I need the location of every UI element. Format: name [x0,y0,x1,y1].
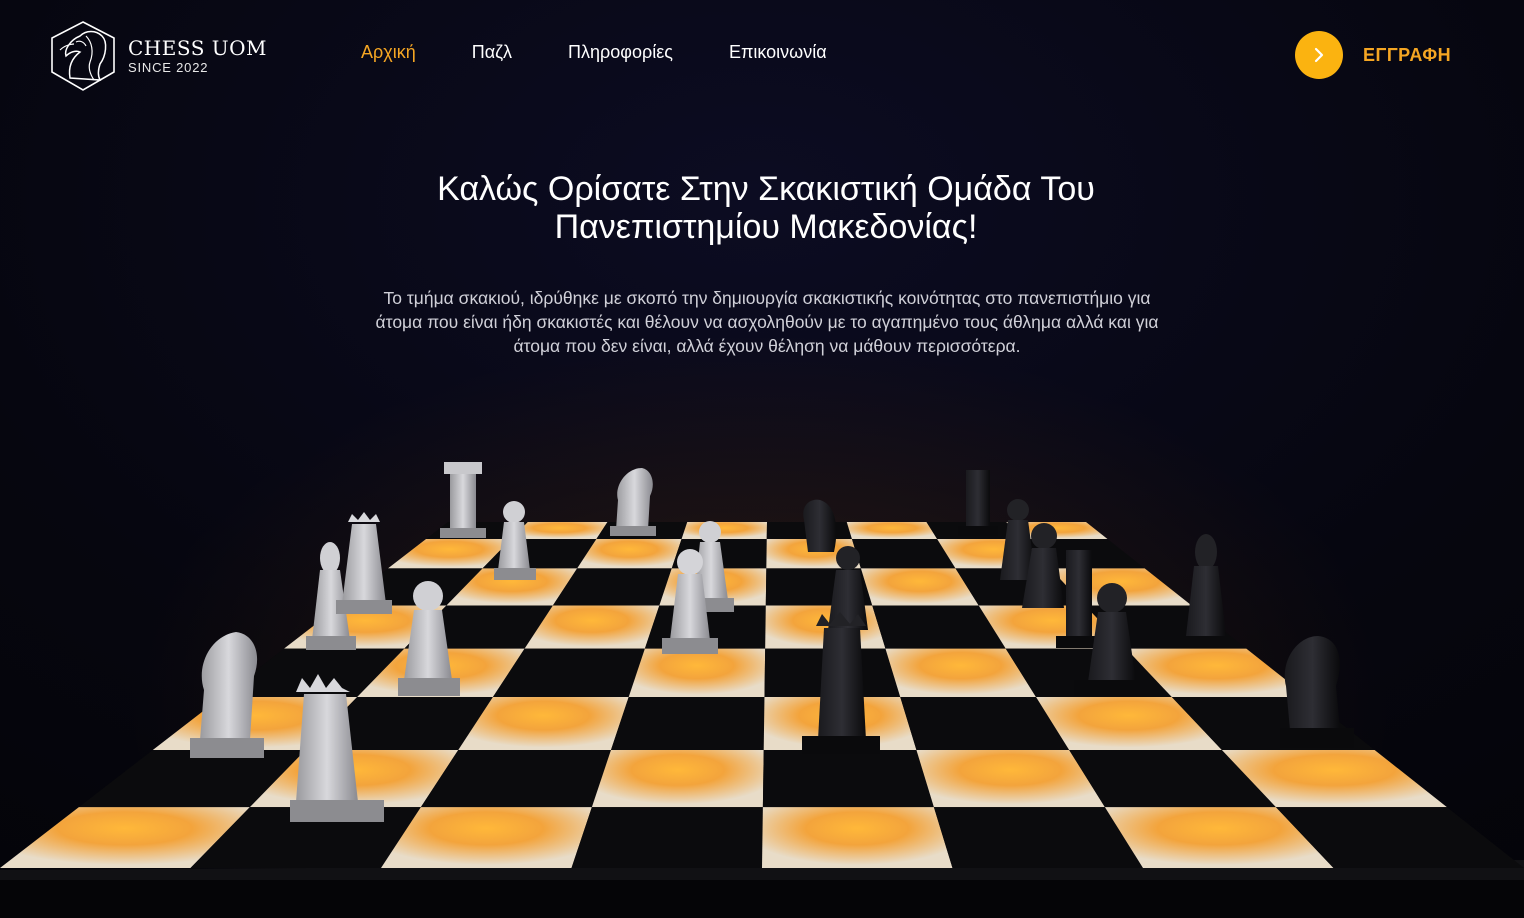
black-knight [803,499,837,552]
nav-contact[interactable]: Επικοινωνία [729,42,827,63]
hero-title: Καλώς Ορίσατε Στην Σκακιστική Ομάδα Του … [312,170,1220,246]
knight-logo-icon [51,21,115,91]
logo-subtitle: SINCE 2022 [128,60,209,75]
chessboard-3d-illustration [0,462,1524,918]
light-square [591,749,764,808]
page: CHESS UOM SINCE 2022 Αρχική Παζλ Πληροφο… [0,0,1524,918]
hero-title-line1: Καλώς Ορίσατε Στην Σκακιστική Ομάδα Του [437,170,1095,208]
nav-home[interactable]: Αρχική [361,42,416,63]
main-nav: Αρχική Παζλ Πληροφορίες Επικοινωνία [361,42,883,63]
hero-description: Το τμήμα σκακιού, ιδρύθηκε με σκοπό την … [375,288,1159,356]
nav-info[interactable]: Πληροφορίες [568,42,673,63]
site-logo[interactable]: CHESS UOM SINCE 2022 [46,20,276,92]
hero-title-line2: Πανεπιστημίου Μακεδονίας! [554,208,978,246]
black-king [958,470,998,536]
logo-text: CHESS UOM SINCE 2022 [128,38,267,74]
signup-button[interactable]: ΕΓΓΡΑΦΗ [1295,31,1451,79]
signup-circle[interactable] [1295,31,1343,79]
dark-square [571,807,763,868]
nav-puzzles[interactable]: Παζλ [472,42,512,63]
dark-square [610,697,765,750]
signup-label[interactable]: ΕΓΓΡΑΦΗ [1363,45,1451,66]
light-square [628,648,766,698]
light-square [846,522,938,539]
chevron-right-icon [1314,47,1324,63]
white-queen [336,512,392,614]
dark-square [762,749,934,808]
black-bishop [1186,534,1226,636]
light-square [681,522,767,539]
black-knight [1280,636,1354,748]
light-square [762,807,953,868]
logo-title: CHESS UOM [128,36,267,60]
